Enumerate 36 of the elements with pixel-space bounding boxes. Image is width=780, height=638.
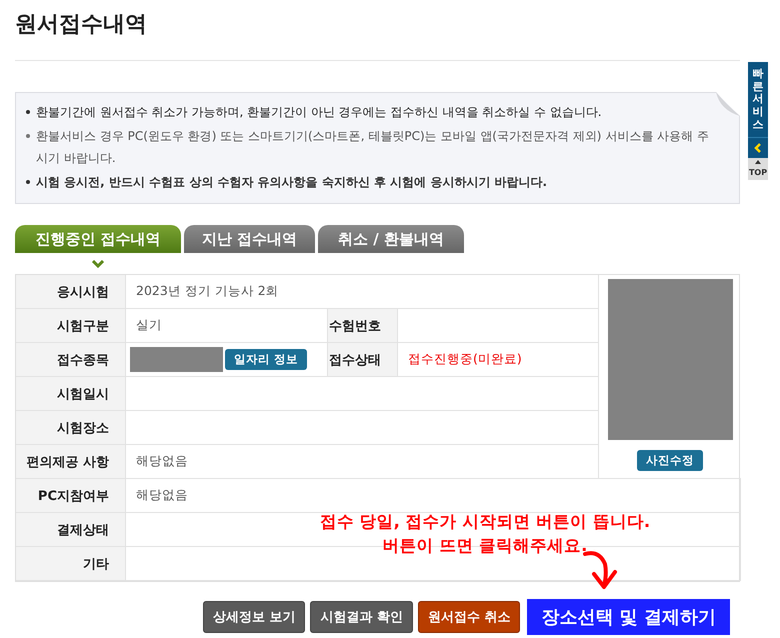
quick-service-button[interactable]: 빠른서비스 xyxy=(748,62,768,138)
field-label: 접수상태 xyxy=(328,343,398,377)
bullet-icon xyxy=(26,134,30,138)
annotation-text: 접수 당일, 접수가 시작되면 버튼이 뜹니다. xyxy=(320,512,650,531)
notice-text: 환불기간에 원서접수 취소가 가능하며, 환불기간이 아닌 경우에는 접수하신 내역을 취소하실 수 없습니다. xyxy=(36,104,602,121)
field-label: 결제상태 xyxy=(16,513,126,547)
page-title: 원서접수내역 xyxy=(15,11,147,39)
bullet-icon xyxy=(26,110,30,114)
field-label: 기타 xyxy=(16,547,126,581)
field-label: 응시시험 xyxy=(16,275,126,309)
job-info-button[interactable]: 일자리 정보 xyxy=(225,349,308,370)
chevron-left-icon[interactable] xyxy=(754,143,762,154)
action-button[interactable]: 시험결과 확인 xyxy=(310,601,413,633)
annotation-text: 버튼이 뜨면 클릭해주세요. xyxy=(382,536,588,555)
field-label: 시험장소 xyxy=(16,411,126,445)
chevron-down-icon xyxy=(92,260,104,268)
tab[interactable]: 진행중인 접수내역 xyxy=(15,225,181,253)
top-button[interactable]: TOP xyxy=(748,158,768,180)
table-cell: 접수진행중(미완료) xyxy=(398,343,599,377)
action-button[interactable]: 장소선택 및 결제하기 xyxy=(527,599,730,635)
tab[interactable]: 취소 / 환불내역 xyxy=(318,225,464,253)
field-label: 시험일시 xyxy=(16,377,126,411)
field-label: 수험번호 xyxy=(328,309,398,343)
field-label: 편의제공 사항 xyxy=(16,445,126,479)
action-button[interactable]: 상세정보 보기 xyxy=(202,601,306,633)
tab[interactable]: 지난 접수내역 xyxy=(184,225,315,253)
notice-text: 시험 응시전, 반드시 수험표 상의 수험자 유의사항을 숙지하신 후 시험에 응시하시기 바랍니다. xyxy=(36,174,548,191)
bullet-icon xyxy=(26,180,30,184)
field-label: PC지참여부 xyxy=(16,479,126,513)
notice-text: 환불서비스 경우 PC(윈도우 환경) 또는 스마트기기(스마트폰, 테블릿PC)는 모바일 앱(국가전문자격 제외) 서비스를 사용해 주시기 바랍니다. xyxy=(36,128,709,167)
field-label: 시험구분 xyxy=(16,309,126,343)
table-cell: 해당없음 xyxy=(126,445,599,479)
table-cell: 해당없음 xyxy=(126,479,741,513)
field-label: 접수종목 xyxy=(16,343,126,377)
edit-photo-button[interactable]: 사진수정 xyxy=(637,450,703,471)
action-button[interactable]: 원서접수 취소 xyxy=(418,601,520,633)
